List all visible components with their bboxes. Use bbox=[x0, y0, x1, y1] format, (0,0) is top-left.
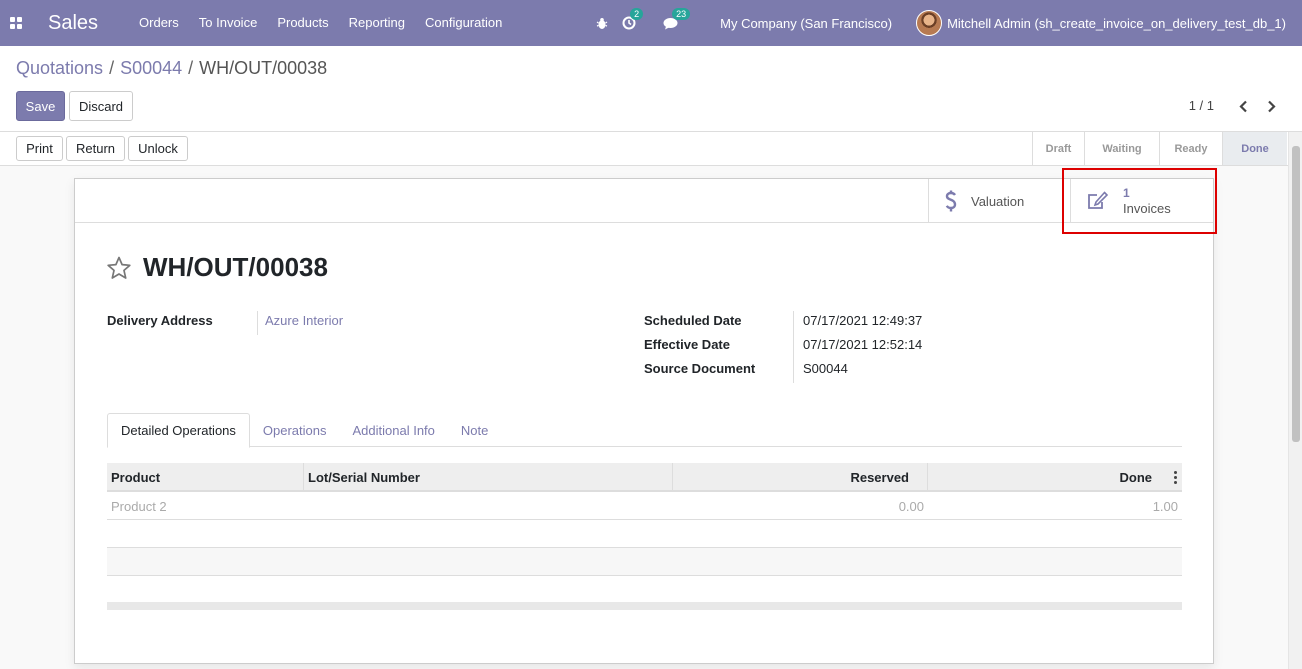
table-row-empty bbox=[107, 520, 1182, 548]
breadcrumb-separator: / bbox=[188, 58, 194, 78]
breadcrumb: Quotations / S00044 / WH/OUT/00038 bbox=[16, 58, 327, 79]
breadcrumb-quotations[interactable]: Quotations bbox=[16, 58, 103, 79]
record-title-row: WH/OUT/00038 bbox=[106, 252, 328, 283]
tab-operations[interactable]: Operations bbox=[250, 413, 340, 447]
discard-button[interactable]: Discard bbox=[69, 91, 133, 121]
bug-icon[interactable] bbox=[592, 0, 612, 46]
column-done[interactable]: Done bbox=[928, 463, 1168, 492]
delivery-address-link[interactable]: Azure Interior bbox=[265, 313, 343, 328]
stage-draft: Draft bbox=[1032, 132, 1084, 165]
field-divider bbox=[793, 311, 794, 383]
systray: 2 23 My Company (San Francisco) Mitchell… bbox=[592, 0, 1302, 46]
field-divider bbox=[257, 311, 258, 335]
tab-note[interactable]: Note bbox=[448, 413, 501, 447]
apps-menu-icon[interactable] bbox=[0, 0, 32, 46]
record-title: WH/OUT/00038 bbox=[143, 252, 328, 282]
column-product[interactable]: Product bbox=[107, 463, 304, 492]
breadcrumb-separator: / bbox=[109, 58, 115, 78]
pager-next-icon[interactable] bbox=[1262, 95, 1280, 117]
activities-icon[interactable]: 2 bbox=[616, 0, 650, 46]
company-switcher[interactable]: My Company (San Francisco) bbox=[720, 16, 892, 31]
row-product: Product 2 bbox=[111, 498, 167, 514]
form-sheet: Valuation 1 Invoices WH/OUT/00038 Delive… bbox=[74, 178, 1214, 664]
menu-orders[interactable]: Orders bbox=[129, 0, 189, 46]
valuation-button[interactable]: Valuation bbox=[928, 179, 1070, 223]
delivery-address-label: Delivery Address bbox=[107, 313, 213, 328]
scheduled-date-label: Scheduled Date bbox=[644, 313, 742, 328]
detailed-operations-table: Product Lot/Serial Number Reserved Done … bbox=[107, 463, 1182, 610]
stage-waiting: Waiting bbox=[1084, 132, 1159, 165]
control-panel: Quotations / S00044 / WH/OUT/00038 Save … bbox=[0, 46, 1302, 132]
invoices-label: Invoices bbox=[1123, 201, 1171, 216]
menu-reporting[interactable]: Reporting bbox=[339, 0, 415, 46]
row-done: 1.00 bbox=[1152, 498, 1178, 514]
row-lot bbox=[307, 492, 667, 520]
unlock-button[interactable]: Unlock bbox=[128, 136, 188, 161]
menu-configuration[interactable]: Configuration bbox=[415, 0, 512, 46]
user-avatar[interactable] bbox=[916, 10, 943, 36]
print-button[interactable]: Print bbox=[16, 136, 63, 161]
valuation-label: Valuation bbox=[971, 193, 1025, 209]
breadcrumb-sale-order[interactable]: S00044 bbox=[120, 58, 182, 79]
table-row-empty bbox=[107, 548, 1182, 576]
top-navbar: Sales Orders To Invoice Products Reporti… bbox=[0, 0, 1302, 46]
table-footer bbox=[107, 602, 1182, 610]
tab-detailed-operations[interactable]: Detailed Operations bbox=[107, 413, 250, 448]
notebook-tabs: Detailed Operations Operations Additiona… bbox=[107, 413, 1182, 448]
effective-date-value[interactable]: 07/17/2021 12:52:14 bbox=[803, 337, 922, 352]
source-document-value[interactable]: S00044 bbox=[803, 361, 848, 376]
optional-columns-icon[interactable] bbox=[1168, 463, 1182, 492]
smart-button-box: Valuation 1 Invoices bbox=[75, 179, 1213, 223]
invoices-count: 1 bbox=[1123, 186, 1130, 200]
scheduled-date-value[interactable]: 07/17/2021 12:49:37 bbox=[803, 313, 922, 328]
menu-to-invoice[interactable]: To Invoice bbox=[189, 0, 268, 46]
page-scrollbar[interactable] bbox=[1288, 132, 1302, 669]
stage-done: Done bbox=[1222, 132, 1287, 165]
tab-additional-info[interactable]: Additional Info bbox=[340, 413, 448, 447]
pager-previous-icon[interactable] bbox=[1234, 95, 1252, 117]
stage-pipeline: Draft Waiting Ready Done bbox=[1032, 132, 1287, 165]
app-brand[interactable]: Sales bbox=[48, 12, 98, 35]
user-menu[interactable]: Mitchell Admin (sh_create_invoice_on_del… bbox=[947, 16, 1286, 31]
main-menu: Orders To Invoice Products Reporting Con… bbox=[129, 0, 512, 46]
table-header: Product Lot/Serial Number Reserved Done bbox=[107, 463, 1182, 492]
invoices-button[interactable]: 1 Invoices bbox=[1070, 179, 1214, 223]
messages-icon[interactable]: 23 bbox=[656, 0, 694, 46]
row-reserved: 0.00 bbox=[898, 498, 924, 514]
scrollbar-thumb[interactable] bbox=[1292, 146, 1300, 442]
stage-ready: Ready bbox=[1159, 132, 1222, 165]
breadcrumb-current: WH/OUT/00038 bbox=[199, 58, 328, 78]
pager-value[interactable]: 1 / 1 bbox=[1189, 98, 1214, 113]
dollar-icon bbox=[945, 190, 957, 212]
source-document-label: Source Document bbox=[644, 361, 756, 376]
return-button[interactable]: Return bbox=[66, 136, 125, 161]
status-bar: Print Return Unlock Draft Waiting Ready … bbox=[0, 132, 1302, 166]
messages-count-badge: 23 bbox=[672, 8, 691, 20]
save-button[interactable]: Save bbox=[16, 91, 65, 121]
table-row[interactable]: Product 2 0.00 1.00 bbox=[107, 492, 1182, 520]
effective-date-label: Effective Date bbox=[644, 337, 730, 352]
menu-products[interactable]: Products bbox=[267, 0, 338, 46]
column-reserved[interactable]: Reserved bbox=[673, 463, 928, 492]
edit-icon bbox=[1087, 191, 1109, 211]
star-icon[interactable] bbox=[106, 256, 132, 280]
column-lot-serial[interactable]: Lot/Serial Number bbox=[304, 463, 673, 492]
activities-count-badge: 2 bbox=[630, 8, 644, 20]
